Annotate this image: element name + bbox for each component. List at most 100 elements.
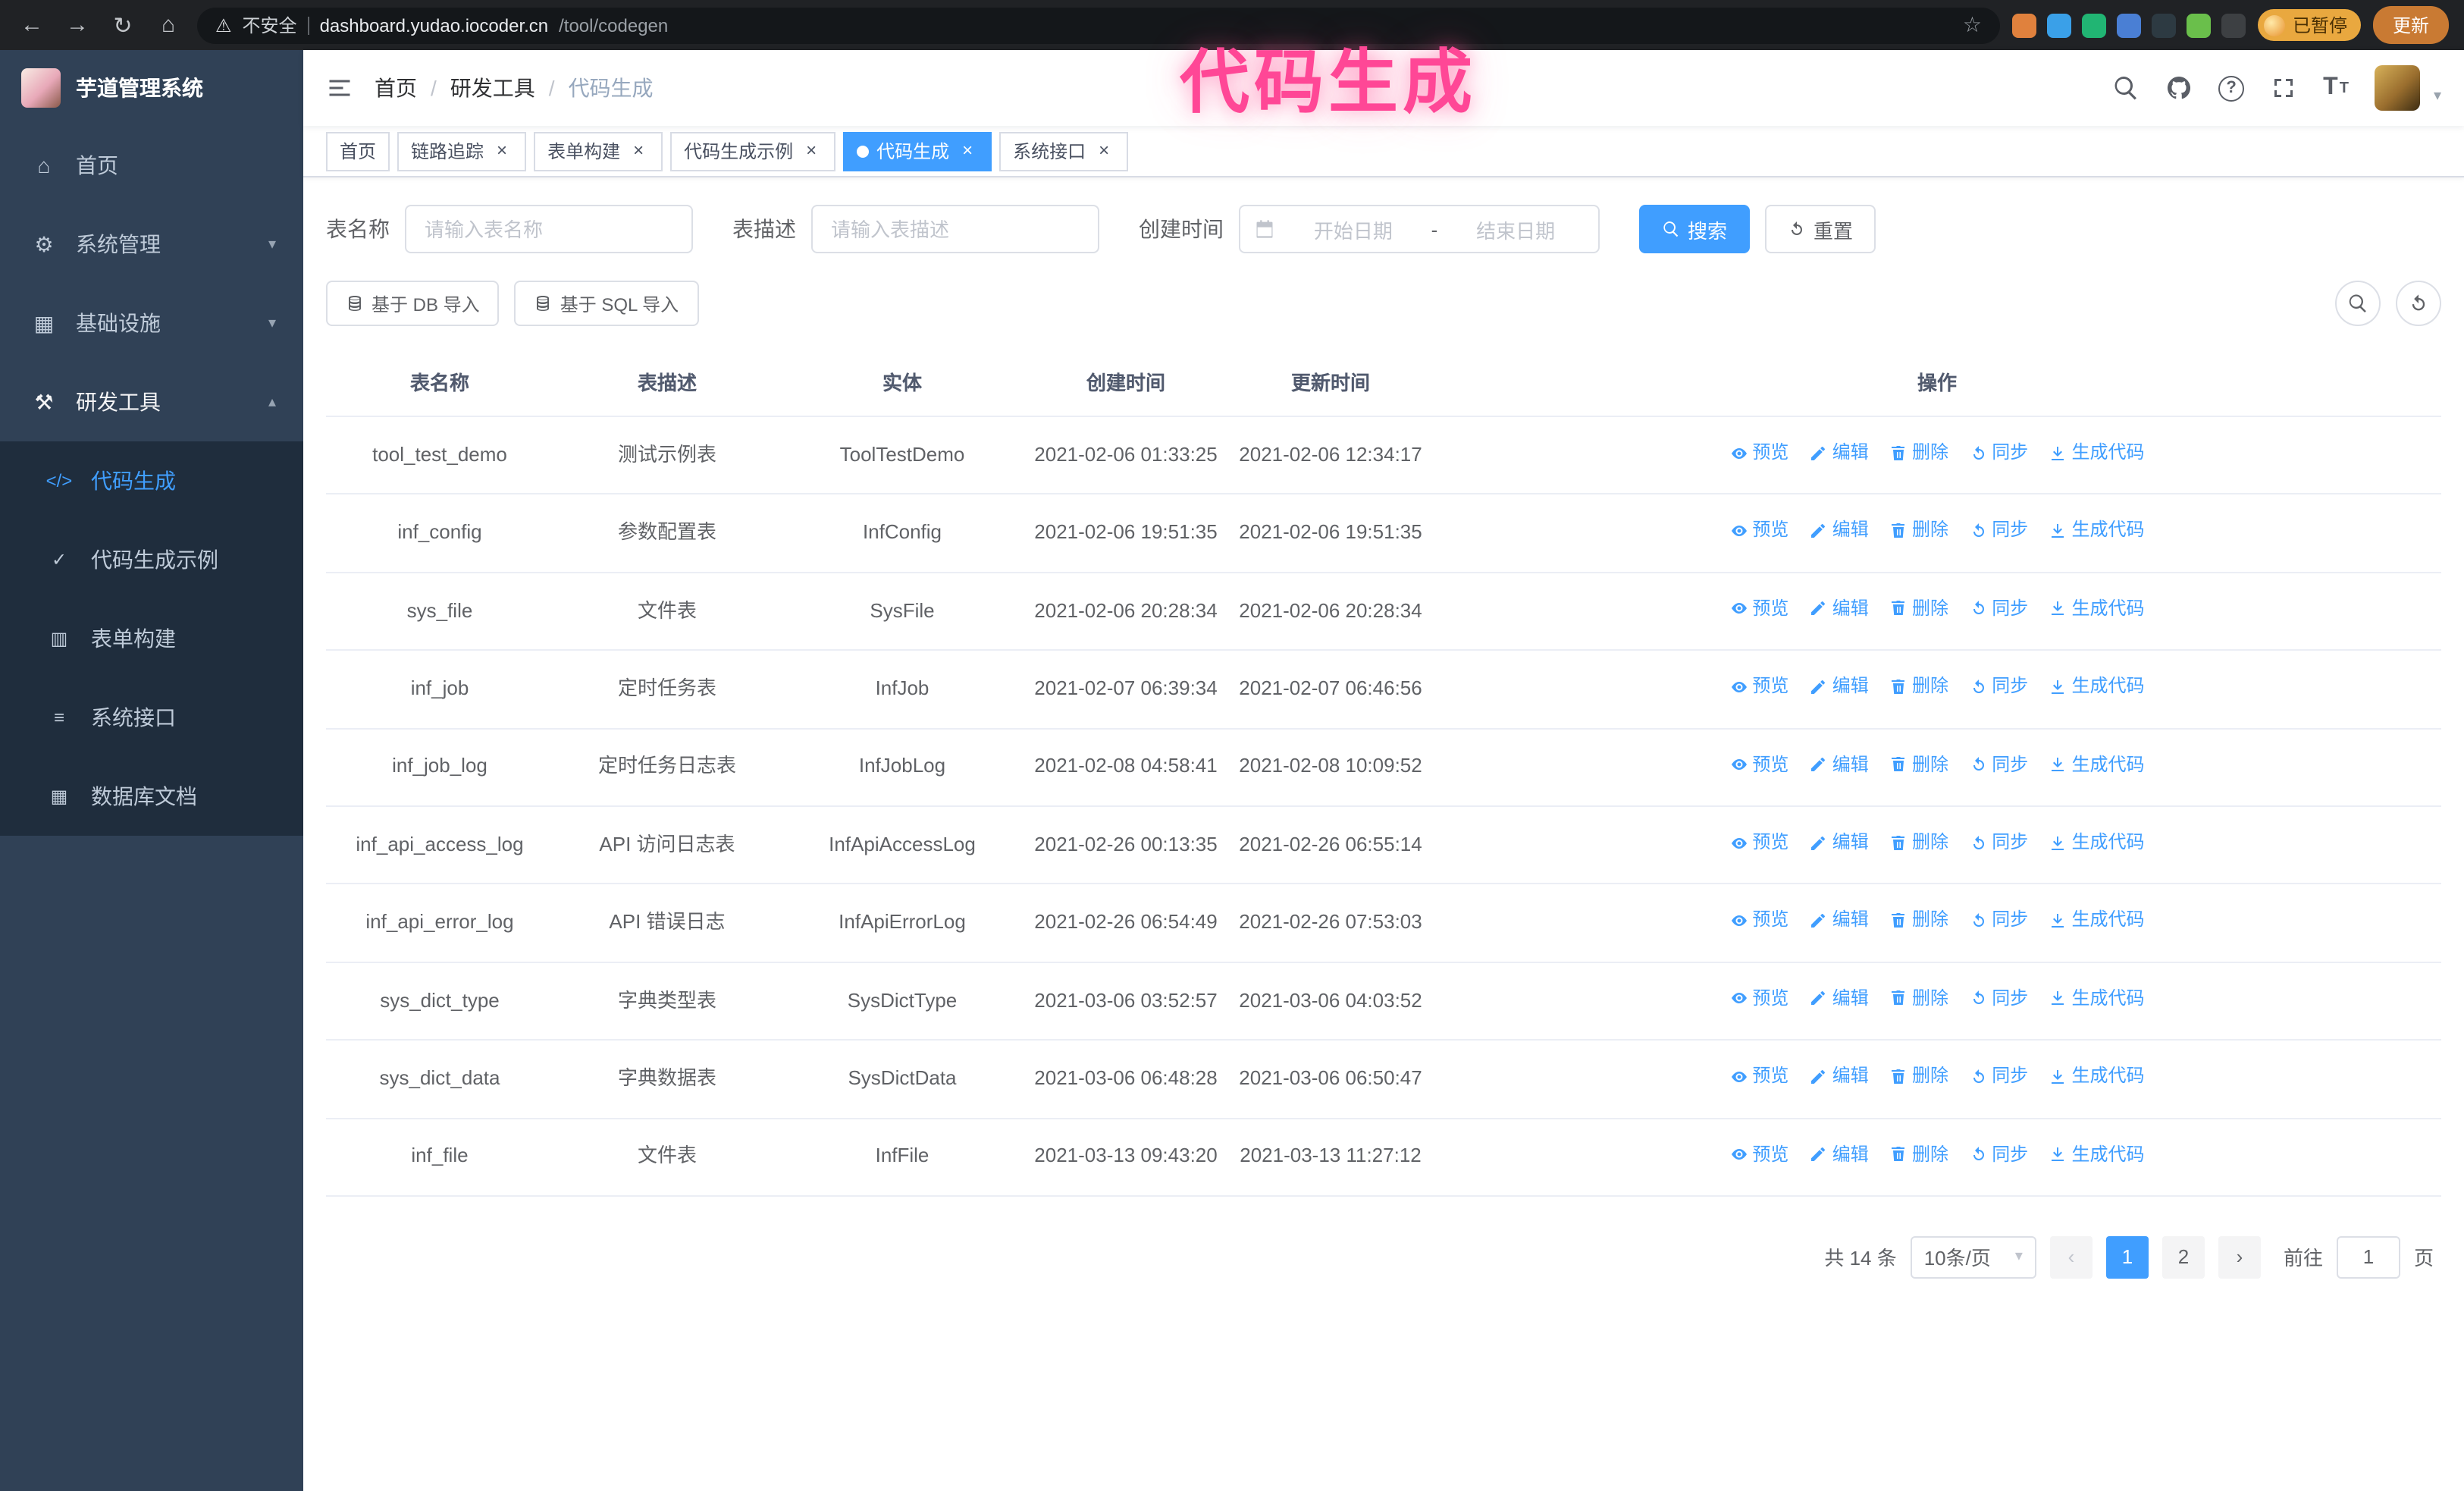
generate-code-link[interactable]: 生成代码	[2049, 438, 2145, 467]
sync-link[interactable]: 同步	[1969, 595, 2028, 623]
browser-reload-icon[interactable]: ↻	[106, 11, 140, 39]
browser-forward-icon[interactable]: →	[61, 12, 94, 38]
preview-link[interactable]: 预览	[1729, 906, 1788, 935]
delete-link[interactable]: 删除	[1889, 828, 1948, 857]
preview-link[interactable]: 预览	[1729, 984, 1788, 1012]
edit-link[interactable]: 编辑	[1810, 1062, 1869, 1091]
tab[interactable]: 代码生成示例 ×	[670, 131, 836, 171]
page-number-button[interactable]: 2	[2161, 1235, 2205, 1279]
prev-page-button[interactable]: ‹	[2049, 1235, 2093, 1279]
preview-link[interactable]: 预览	[1729, 750, 1788, 779]
help-icon[interactable]: ?	[2218, 75, 2245, 101]
search-icon[interactable]	[2112, 74, 2140, 102]
hamburger-icon[interactable]	[326, 74, 353, 102]
bookmark-star-icon[interactable]: ☆	[1963, 12, 1982, 38]
generate-code-link[interactable]: 生成代码	[2049, 906, 2145, 935]
browser-back-icon[interactable]: ←	[15, 12, 49, 38]
tab[interactable]: 表单构建 ×	[534, 131, 663, 171]
extension-icon[interactable]	[2011, 13, 2036, 37]
preview-link[interactable]: 预览	[1729, 672, 1788, 701]
tab[interactable]: 代码生成 ×	[843, 131, 992, 171]
tab[interactable]: 系统接口 ×	[999, 131, 1129, 171]
tab-close-icon[interactable]: ×	[957, 140, 978, 162]
tab-close-icon[interactable]: ×	[628, 140, 649, 162]
breadcrumb-label[interactable]: 研发工具	[450, 73, 535, 103]
table-desc-input[interactable]	[811, 205, 1099, 253]
avatar-caret-icon[interactable]: ▾	[2434, 88, 2441, 105]
import-db-button[interactable]: 基于 DB 导入	[326, 281, 500, 326]
sidebar-submenu-item[interactable]: ▦ 数据库文档	[0, 757, 303, 836]
sync-link[interactable]: 同步	[1969, 1062, 2028, 1091]
generate-code-link[interactable]: 生成代码	[2049, 1140, 2145, 1169]
fullscreen-icon[interactable]	[2270, 74, 2297, 102]
generate-code-link[interactable]: 生成代码	[2049, 984, 2145, 1012]
next-page-button[interactable]: ›	[2218, 1235, 2261, 1279]
sidebar-submenu-item[interactable]: ≡ 系统接口	[0, 678, 303, 757]
browser-home-icon[interactable]: ⌂	[152, 12, 185, 38]
sync-link[interactable]: 同步	[1969, 672, 2028, 701]
profile-paused-badge[interactable]: 已暂停	[2257, 9, 2361, 41]
tab[interactable]: 首页 ×	[326, 131, 390, 171]
sync-link[interactable]: 同步	[1969, 906, 2028, 935]
url-bar[interactable]: ⚠ 不安全 dashboard.yudao.iocoder.cn /tool/c…	[197, 7, 2000, 43]
edit-link[interactable]: 编辑	[1810, 906, 1869, 935]
sidebar-submenu-item[interactable]: ✓ 代码生成示例	[0, 520, 303, 599]
goto-page-input[interactable]	[2336, 1235, 2400, 1279]
font-size-icon[interactable]: TT	[2323, 74, 2349, 102]
import-sql-button[interactable]: 基于 SQL 导入	[514, 281, 699, 326]
preview-link[interactable]: 预览	[1729, 828, 1788, 857]
delete-link[interactable]: 删除	[1889, 984, 1948, 1012]
security-warning-icon[interactable]: ⚠	[215, 14, 232, 36]
delete-link[interactable]: 删除	[1889, 595, 1948, 623]
tab-close-icon[interactable]: ×	[491, 140, 513, 162]
sync-link[interactable]: 同步	[1969, 984, 2028, 1012]
delete-link[interactable]: 删除	[1889, 1062, 1948, 1091]
preview-link[interactable]: 预览	[1729, 595, 1788, 623]
sidebar-menu-item[interactable]: ⚙ 系统管理 ▾	[0, 205, 303, 284]
breadcrumb-label[interactable]: 代码生成	[569, 73, 654, 103]
preview-link[interactable]: 预览	[1729, 1062, 1788, 1091]
sidebar-menu-item[interactable]: ⌂ 首页	[0, 126, 303, 205]
edit-link[interactable]: 编辑	[1810, 828, 1869, 857]
delete-link[interactable]: 删除	[1889, 750, 1948, 779]
preview-link[interactable]: 预览	[1729, 438, 1788, 467]
delete-link[interactable]: 删除	[1889, 1140, 1948, 1169]
edit-link[interactable]: 编辑	[1810, 672, 1869, 701]
delete-link[interactable]: 删除	[1889, 906, 1948, 935]
sidebar-submenu-item[interactable]: ▥ 表单构建	[0, 599, 303, 678]
sync-link[interactable]: 同步	[1969, 750, 2028, 779]
search-button[interactable]: 搜索	[1639, 205, 1751, 253]
table-name-input[interactable]	[405, 205, 693, 253]
edit-link[interactable]: 编辑	[1810, 438, 1869, 467]
sidebar-menu-item[interactable]: ▦ 基础设施 ▾	[0, 284, 303, 363]
github-icon[interactable]	[2165, 74, 2193, 102]
sync-link[interactable]: 同步	[1969, 438, 2028, 467]
date-range-picker[interactable]: 开始日期 - 结束日期	[1239, 205, 1600, 253]
breadcrumb-label[interactable]: 首页	[375, 73, 417, 103]
delete-link[interactable]: 删除	[1889, 516, 1948, 545]
preview-link[interactable]: 预览	[1729, 516, 1788, 545]
extension-icon[interactable]	[2186, 13, 2211, 37]
extension-icon[interactable]	[2046, 13, 2071, 37]
generate-code-link[interactable]: 生成代码	[2049, 672, 2145, 701]
sidebar-submenu-item[interactable]: </> 代码生成	[0, 441, 303, 520]
generate-code-link[interactable]: 生成代码	[2049, 1062, 2145, 1091]
avatar[interactable]	[2374, 65, 2420, 111]
generate-code-link[interactable]: 生成代码	[2049, 595, 2145, 623]
edit-link[interactable]: 编辑	[1810, 595, 1869, 623]
preview-link[interactable]: 预览	[1729, 1140, 1788, 1169]
delete-link[interactable]: 删除	[1889, 672, 1948, 701]
edit-link[interactable]: 编辑	[1810, 516, 1869, 545]
extension-icon[interactable]	[2151, 13, 2176, 37]
tab[interactable]: 链路追踪 ×	[397, 131, 527, 171]
extension-icon[interactable]	[2116, 13, 2141, 37]
delete-link[interactable]: 删除	[1889, 438, 1948, 467]
sync-link[interactable]: 同步	[1969, 828, 2028, 857]
page-size-select[interactable]: 10条/页 ▾	[1910, 1235, 2036, 1279]
sync-link[interactable]: 同步	[1969, 1140, 2028, 1169]
reset-button[interactable]: 重置	[1765, 205, 1876, 253]
generate-code-link[interactable]: 生成代码	[2049, 750, 2145, 779]
browser-update-button[interactable]: 更新	[2372, 6, 2449, 44]
edit-link[interactable]: 编辑	[1810, 1140, 1869, 1169]
sync-link[interactable]: 同步	[1969, 516, 2028, 545]
